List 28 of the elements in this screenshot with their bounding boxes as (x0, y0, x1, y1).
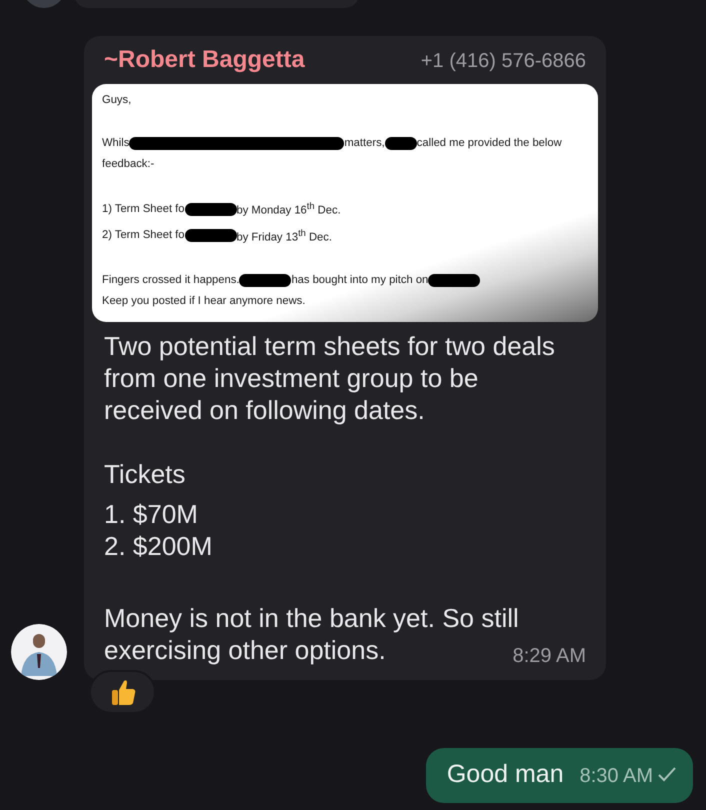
message-text: Tickets (104, 459, 186, 490)
email-text: Fingers crossed it happens. (102, 272, 240, 288)
redaction-mark (428, 274, 480, 287)
redaction-mark (239, 274, 292, 287)
email-text: has bought into my pitch on (291, 272, 428, 288)
email-text: 2) Term Sheet fo (102, 228, 184, 243)
timestamp: 8:30 AM (580, 765, 653, 788)
email-text: 1) Term Sheet fo (102, 202, 184, 217)
phone-number: +1 (416) 576-6866 (420, 50, 586, 73)
message-text: Good man (446, 760, 564, 790)
sender-name: ~Robert Baggetta (104, 46, 305, 74)
redaction-mark (184, 203, 236, 216)
message-text: Two potential term sheets for two deals from one investment group to be received on following dates. (104, 331, 555, 426)
redaction-mark (384, 136, 417, 150)
email-text: matters, (344, 136, 385, 151)
timestamp: 8:29 AM (512, 644, 586, 670)
email-text: by Monday 16$^{th}$ Dec. (236, 200, 341, 220)
list-item: 2. $200M (104, 531, 212, 562)
email-text: by Friday 13$^{th}$ Dec. (236, 226, 332, 246)
list-item: 1. $70M (104, 499, 198, 530)
email-text: feedback:- (102, 156, 154, 172)
email-text: Keep you posted if I hear anymore news. (102, 294, 306, 310)
redaction-mark (184, 229, 236, 242)
avatar (11, 624, 67, 680)
thumbs-up-icon (110, 678, 136, 706)
email-text: Whils (102, 136, 130, 151)
email-text: called me provided the below (416, 136, 562, 151)
email-text: Guys, (102, 93, 132, 108)
